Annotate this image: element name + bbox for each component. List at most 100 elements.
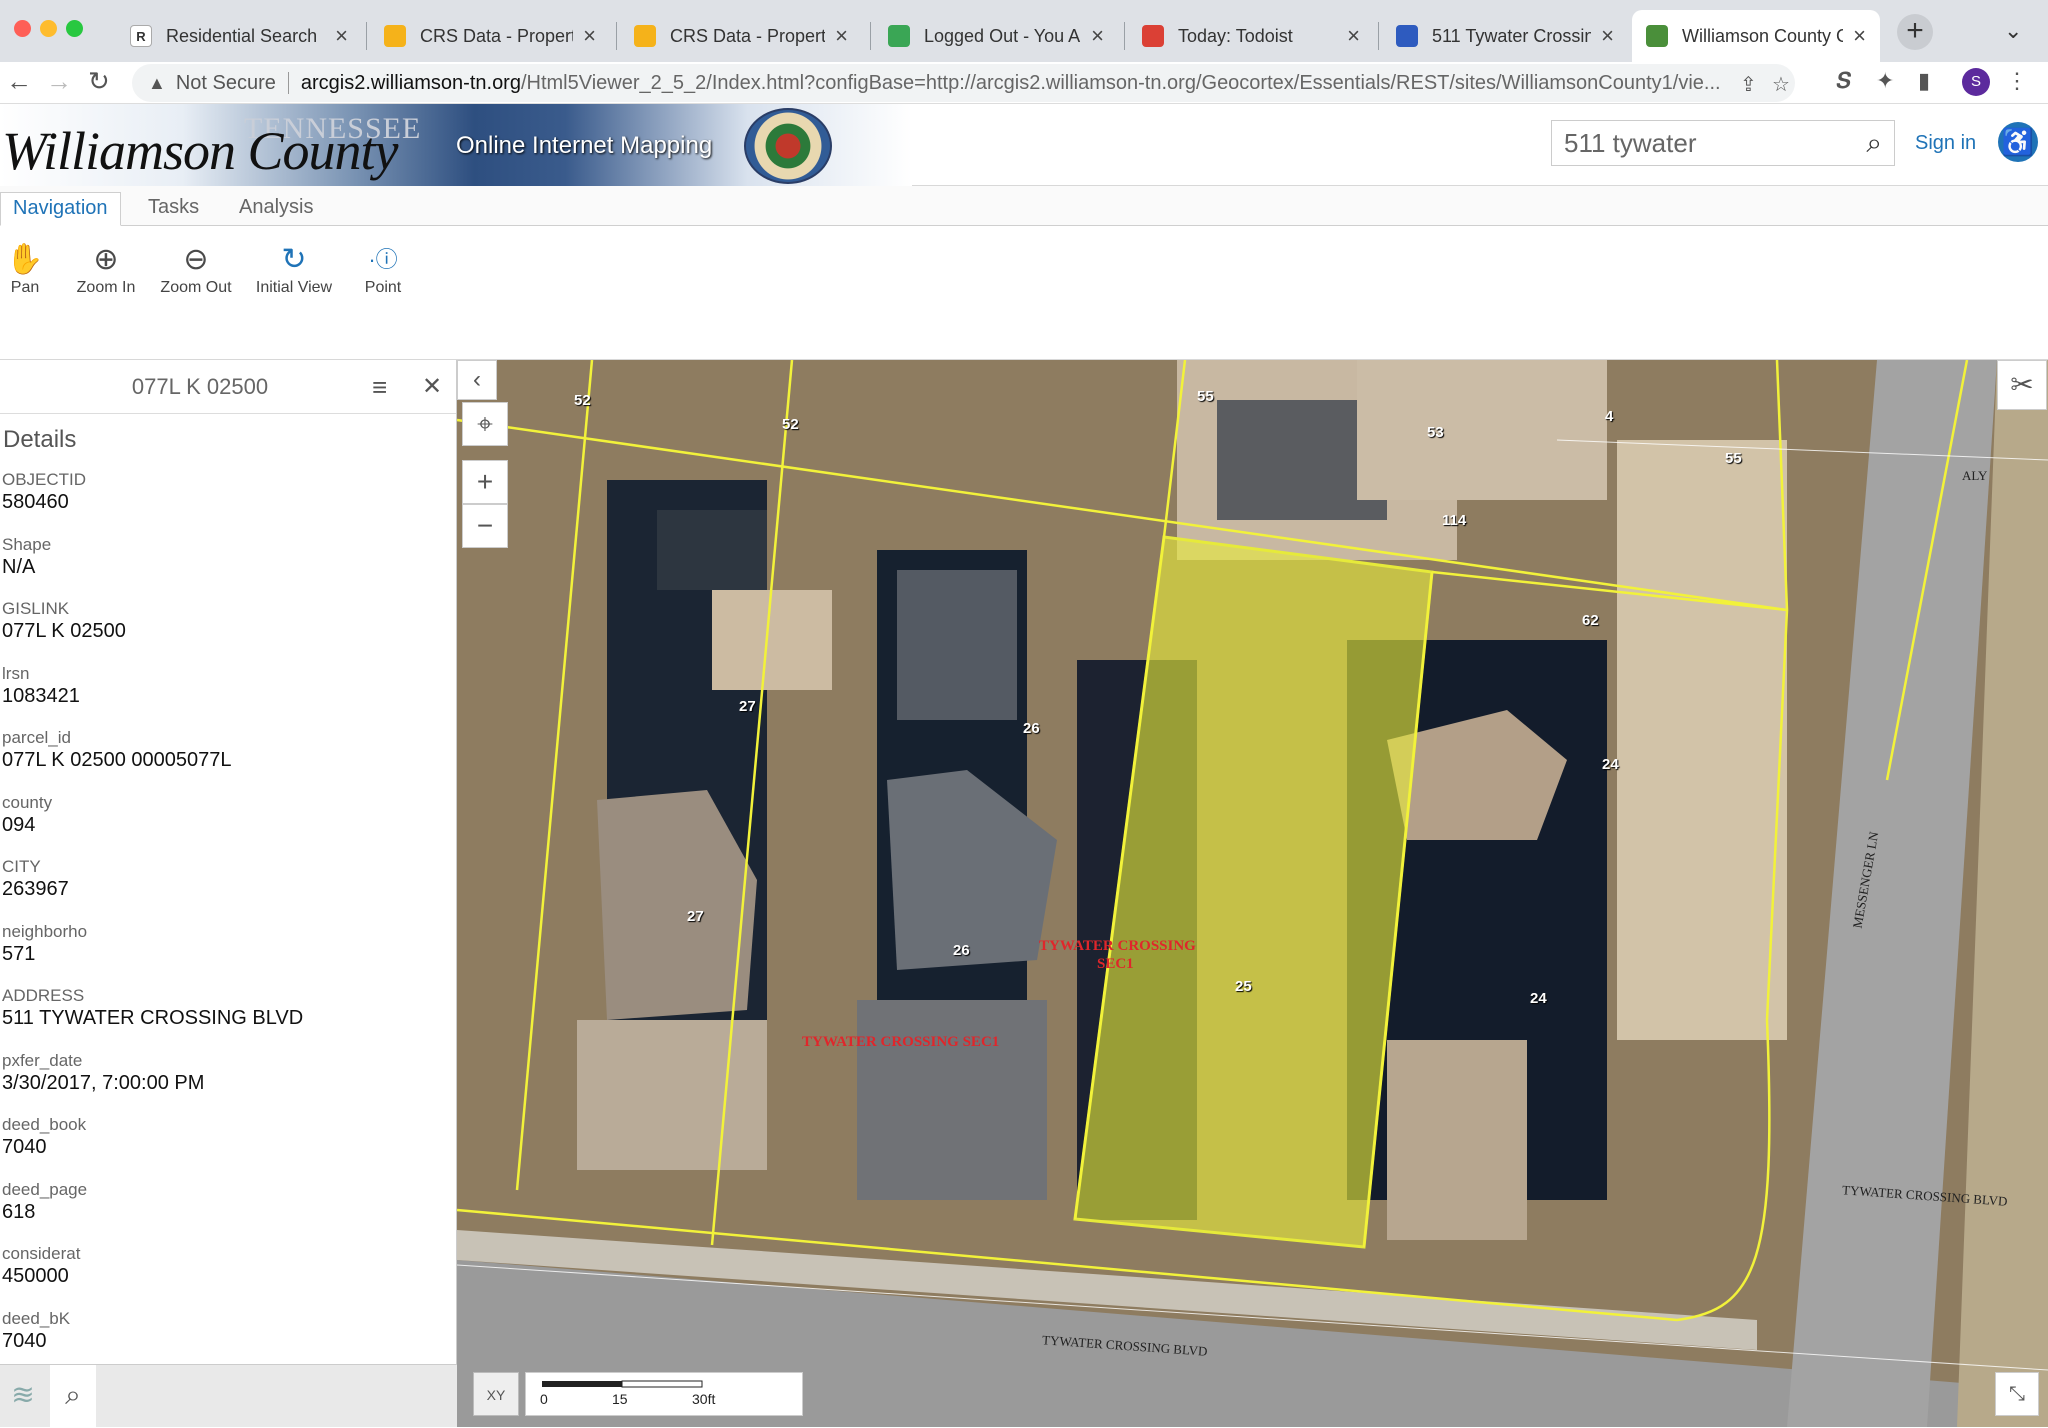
puzzle-extensions-icon[interactable]: ✦ <box>1876 68 1894 94</box>
close-tab-icon[interactable]: × <box>1091 23 1104 49</box>
search-results-icon[interactable]: ⌕ <box>50 1365 96 1428</box>
tool-label: Zoom Out <box>160 279 232 296</box>
scale-tick: 30ft <box>692 1391 716 1407</box>
lot-label: 4 <box>1605 408 1614 425</box>
accessibility-icon[interactable]: ♿ <box>1998 122 2038 162</box>
collapse-panel-button[interactable]: ‹ <box>457 360 497 400</box>
browser-tab[interactable]: Logged Out - You Are × <box>874 10 1118 62</box>
close-tab-icon[interactable]: × <box>1601 23 1614 49</box>
scale-bar: 0 15 30ft <box>525 1372 803 1416</box>
zoom-in-icon: ⊕ <box>93 243 119 276</box>
expand-icon[interactable]: ⤡ <box>1995 1372 2039 1416</box>
detail-field: ADDRESS 511 TYWATER CROSSING BLVD <box>2 986 442 1051</box>
lot-label: 62 <box>1582 612 1599 629</box>
detail-field: deed_page 618 <box>2 1180 442 1245</box>
field-key: considerat <box>2 1244 81 1263</box>
close-tab-icon[interactable]: × <box>1853 23 1866 49</box>
search-box[interactable]: ⌕ <box>1551 120 1895 166</box>
browser-tab-active[interactable]: Williamson County GIS × <box>1632 10 1880 62</box>
tab-analysis[interactable]: Analysis <box>227 192 325 226</box>
bookmark-star-icon[interactable]: ☆ <box>1772 72 1790 97</box>
aerial-imagery <box>457 360 2048 1427</box>
minimize-window-button[interactable] <box>40 20 57 37</box>
sign-in-link[interactable]: Sign in <box>1915 132 1976 155</box>
field-key: lrsn <box>2 663 30 683</box>
reload-icon[interactable]: ↻ <box>88 66 110 97</box>
scale-tick: 15 <box>612 1391 628 1407</box>
tab-favicon-icon <box>384 25 406 47</box>
browser-tab[interactable]: CRS Data - Property R × <box>370 10 610 62</box>
point-info-icon: ·ⓘ <box>368 247 398 272</box>
zoom-out-map-button[interactable]: − <box>462 504 508 548</box>
kebab-menu-icon[interactable]: ⋮ <box>2006 68 2028 94</box>
search-icon[interactable]: ⌕ <box>1866 127 1882 160</box>
tool-label: Zoom In <box>76 279 136 296</box>
tab-title: CRS Data - Property M <box>670 25 826 46</box>
field-key: county <box>2 792 53 812</box>
initial-view-button[interactable]: ↻ Initial View <box>246 241 342 297</box>
zoom-in-map-button[interactable]: + <box>462 460 508 504</box>
field-key: deed_page <box>2 1179 88 1199</box>
chevron-down-icon[interactable]: ⌄ <box>2004 18 2022 44</box>
field-key: deed_bK <box>2 1308 71 1328</box>
lot-label: 27 <box>687 908 704 925</box>
locate-icon[interactable]: ⌖ <box>462 402 508 446</box>
search-input[interactable] <box>1564 127 1844 159</box>
browser-tab[interactable]: CRS Data - Property M × <box>620 10 862 62</box>
tab-title: CRS Data - Property R <box>420 25 573 46</box>
close-tab-icon[interactable]: × <box>583 23 596 49</box>
lot-label: 55 <box>1725 450 1742 467</box>
profile-avatar[interactable]: S <box>1962 68 1990 96</box>
county-logo-text: Williamson County <box>2 121 399 181</box>
side-panel-icon[interactable]: ▮ <box>1918 68 1930 94</box>
browser-tab[interactable]: Today: Todoist × <box>1128 10 1374 62</box>
subdivision-label: SEC1 <box>1097 956 1134 972</box>
tools-icon[interactable]: ✂ <box>1997 360 2047 410</box>
zoom-in-button[interactable]: ⊕ Zoom In <box>58 241 154 297</box>
tool-label: Point <box>364 279 402 296</box>
field-value: 094 <box>2 813 36 836</box>
xy-coordinates-icon[interactable]: XY <box>473 1372 519 1416</box>
map-view[interactable]: 52 52 53 4 114 62 27 26 24 27 26 25 24 5… <box>457 360 2048 1427</box>
detail-field: OBJECTID 580460 <box>2 470 442 535</box>
panel-footer: ≋ ⌕ <box>0 1364 457 1428</box>
forward-arrow-icon[interactable]: → <box>46 66 72 97</box>
list-menu-icon[interactable]: ≡ <box>372 372 387 403</box>
zoom-out-button[interactable]: ⊖ Zoom Out <box>148 241 244 297</box>
tab-favicon-icon <box>1646 25 1668 47</box>
detail-field: county 094 <box>2 793 442 858</box>
lot-label: 114 <box>1442 512 1467 529</box>
field-value: 7040 <box>2 1136 47 1158</box>
url-input[interactable]: ▲ Not Secure arcgis2.williamson-tn.org/H… <box>132 64 1795 102</box>
close-tab-icon[interactable]: × <box>335 23 348 49</box>
close-tab-icon[interactable]: × <box>835 23 848 49</box>
lot-label: 26 <box>953 942 970 959</box>
extension-s-icon[interactable]: 𝑺 <box>1836 68 1851 94</box>
field-value: 1083421 <box>2 684 80 707</box>
navigation-toolbar: ✋ Pan ⊕ Zoom In ⊖ Zoom Out ↻ Initial Vie… <box>0 227 2048 360</box>
share-icon[interactable]: ⇪ <box>1740 72 1757 97</box>
close-tab-icon[interactable]: × <box>1347 23 1360 49</box>
point-identify-button[interactable]: ·ⓘ Point <box>335 241 431 297</box>
tool-label: Initial View <box>255 279 333 296</box>
detail-field: CITY 263967 <box>2 857 442 922</box>
browser-tab[interactable]: 511 Tywater Crossing × <box>1382 10 1628 62</box>
ribbon-tabs: Navigation Tasks Analysis <box>0 186 2048 226</box>
close-window-button[interactable] <box>14 20 31 37</box>
new-tab-button[interactable]: + <box>1897 14 1933 50</box>
close-icon[interactable]: ✕ <box>422 372 442 401</box>
layers-icon[interactable]: ≋ <box>0 1365 46 1428</box>
maximize-window-button[interactable] <box>66 20 83 37</box>
tab-title: Today: Todoist <box>1178 25 1293 46</box>
panel-header: 077L K 02500 ≡ ✕ <box>0 360 456 414</box>
street-label: ALY <box>1962 468 1988 483</box>
tab-favicon-icon <box>634 25 656 47</box>
tab-navigation[interactable]: Navigation <box>0 192 121 226</box>
browser-tab[interactable]: R Residential Search × <box>116 10 362 62</box>
subdivision-label: TYWATER CROSSING <box>1039 938 1196 954</box>
back-arrow-icon[interactable]: ← <box>6 66 32 97</box>
field-key: deed_book <box>2 1115 87 1134</box>
lot-label: 25 <box>1235 978 1252 995</box>
tab-tasks[interactable]: Tasks <box>136 192 211 226</box>
url-path: /Html5Viewer_2_5_2/Index.html?configBase… <box>520 71 1721 94</box>
